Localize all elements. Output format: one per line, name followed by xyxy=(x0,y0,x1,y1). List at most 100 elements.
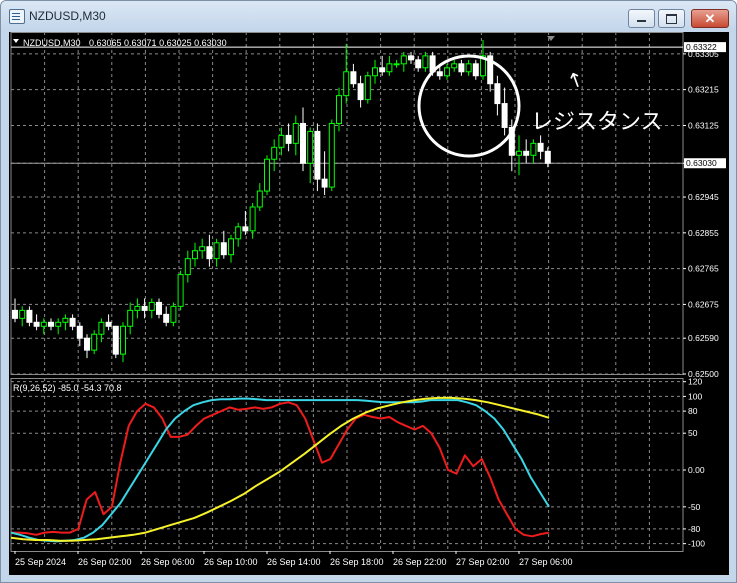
candle-body xyxy=(33,321,40,327)
indicator-tick-label: 50 xyxy=(688,428,698,438)
candle-body xyxy=(393,63,400,66)
indicator-tick-label: -50 xyxy=(688,502,701,512)
candle-body xyxy=(350,71,357,85)
candle-body xyxy=(62,317,69,323)
candle-body xyxy=(98,321,105,335)
candle-body xyxy=(364,75,371,101)
candle-body xyxy=(264,158,270,192)
time-tick-label: 27 Sep 06:00 xyxy=(519,557,573,567)
candle-body xyxy=(220,242,227,256)
time-tick-label: 26 Sep 02:00 xyxy=(78,557,132,567)
candle-body xyxy=(300,122,306,164)
close-button[interactable]: ✕ xyxy=(691,9,729,28)
time-tick-label: 25 Sep 2024 xyxy=(15,557,66,567)
time-tick-label: 26 Sep 14:00 xyxy=(267,557,321,567)
title-bar[interactable]: NZDUSD,M30 ✕ xyxy=(1,1,736,31)
candle-body xyxy=(213,242,220,260)
candle-body xyxy=(372,67,378,77)
candle-body xyxy=(516,150,522,156)
candle-body xyxy=(170,305,177,323)
candle-body xyxy=(134,305,141,311)
chart-window-icon xyxy=(9,9,25,24)
candle-body xyxy=(206,246,213,260)
candle-body xyxy=(408,55,414,61)
candle-body xyxy=(127,309,134,327)
candle-body xyxy=(400,55,407,65)
candle-body xyxy=(494,83,501,105)
candle-body xyxy=(379,67,386,73)
candle-body xyxy=(537,142,544,152)
candle-body xyxy=(343,71,350,97)
candle-body xyxy=(271,146,278,160)
candle-body xyxy=(357,83,364,101)
candle-body xyxy=(544,150,551,164)
candle-body xyxy=(26,309,33,323)
candle-body xyxy=(285,134,292,144)
resistance-price-label: 0.63322 xyxy=(686,42,717,52)
candle-body xyxy=(156,301,162,315)
price-tick-label: 0.63125 xyxy=(688,120,719,130)
candle-body xyxy=(386,63,393,73)
close-icon: ✕ xyxy=(704,11,716,26)
candle-body xyxy=(336,95,342,124)
candle-body xyxy=(112,325,119,355)
price-tick-label: 0.62945 xyxy=(688,192,719,202)
candle-body xyxy=(40,321,47,327)
chart-symbol: NZDUSD,M30 xyxy=(23,38,81,48)
price-tick-label: 0.62855 xyxy=(688,228,719,238)
candle-body xyxy=(105,321,112,327)
resistance-annotation: レジスタンス xyxy=(531,110,663,135)
candle-body xyxy=(242,226,249,232)
time-tick-label: 26 Sep 22:00 xyxy=(393,557,447,567)
candle-body xyxy=(292,122,299,144)
candle-body xyxy=(523,150,530,156)
chart-area[interactable]: 0.633050.632150.631250.630300.629450.628… xyxy=(9,32,729,575)
candle-body xyxy=(314,130,321,180)
candle-body xyxy=(415,59,422,69)
indicator-tick-label: 0.00 xyxy=(688,465,705,475)
indicator-header: R(9,26,52) -85.0 -54.3 70.8 xyxy=(13,383,122,393)
candle-body xyxy=(228,238,234,256)
candle-body xyxy=(141,305,148,311)
window-title: NZDUSD,M30 xyxy=(29,9,106,23)
candle-body xyxy=(422,55,429,69)
price-tick-label: 0.62765 xyxy=(688,264,719,274)
candle-body xyxy=(55,321,62,327)
candle-body xyxy=(163,313,170,323)
indicator-tick-label: 100 xyxy=(688,391,702,401)
collapse-triangle-icon[interactable] xyxy=(13,39,19,43)
candle-body xyxy=(278,134,285,148)
candle-body xyxy=(465,63,472,73)
candle-body xyxy=(249,206,256,232)
price-tick-label: 0.63215 xyxy=(688,85,719,95)
minimize-button[interactable] xyxy=(628,9,655,28)
candle-body xyxy=(177,274,184,307)
price-tick-label: 0.62675 xyxy=(688,299,719,309)
candle-body xyxy=(184,258,191,276)
candle-body xyxy=(192,250,198,260)
candle-body xyxy=(451,63,458,69)
current-price-label: 0.63030 xyxy=(686,158,717,168)
candle-body xyxy=(148,301,155,311)
candle-body xyxy=(444,67,450,77)
candle-body xyxy=(307,130,314,164)
candle-body xyxy=(120,325,126,355)
chart-ohlc: 0.63065 0.63071 0.63025 0.63030 xyxy=(89,38,227,48)
indicator-tick-label: -100 xyxy=(688,539,705,549)
indicator-tick-label: 80 xyxy=(688,406,698,416)
candle-body xyxy=(235,226,242,240)
candle-body xyxy=(328,122,335,188)
candle-body xyxy=(76,325,83,339)
maximize-button[interactable] xyxy=(658,9,685,28)
time-tick-label: 26 Sep 06:00 xyxy=(141,557,195,567)
candle-body xyxy=(458,63,465,73)
candle-body xyxy=(91,333,98,351)
candle-body xyxy=(321,178,328,188)
candle-body xyxy=(199,246,206,252)
minimize-icon xyxy=(637,20,646,22)
maximize-icon xyxy=(666,14,677,24)
candle-body xyxy=(436,71,443,77)
candle-body xyxy=(530,142,537,156)
terminal-window: NZDUSD,M30 ✕ 0.633050.632150.631250.6303… xyxy=(0,0,737,583)
chart-canvas[interactable]: 0.633050.632150.631250.630300.629450.628… xyxy=(9,32,729,575)
